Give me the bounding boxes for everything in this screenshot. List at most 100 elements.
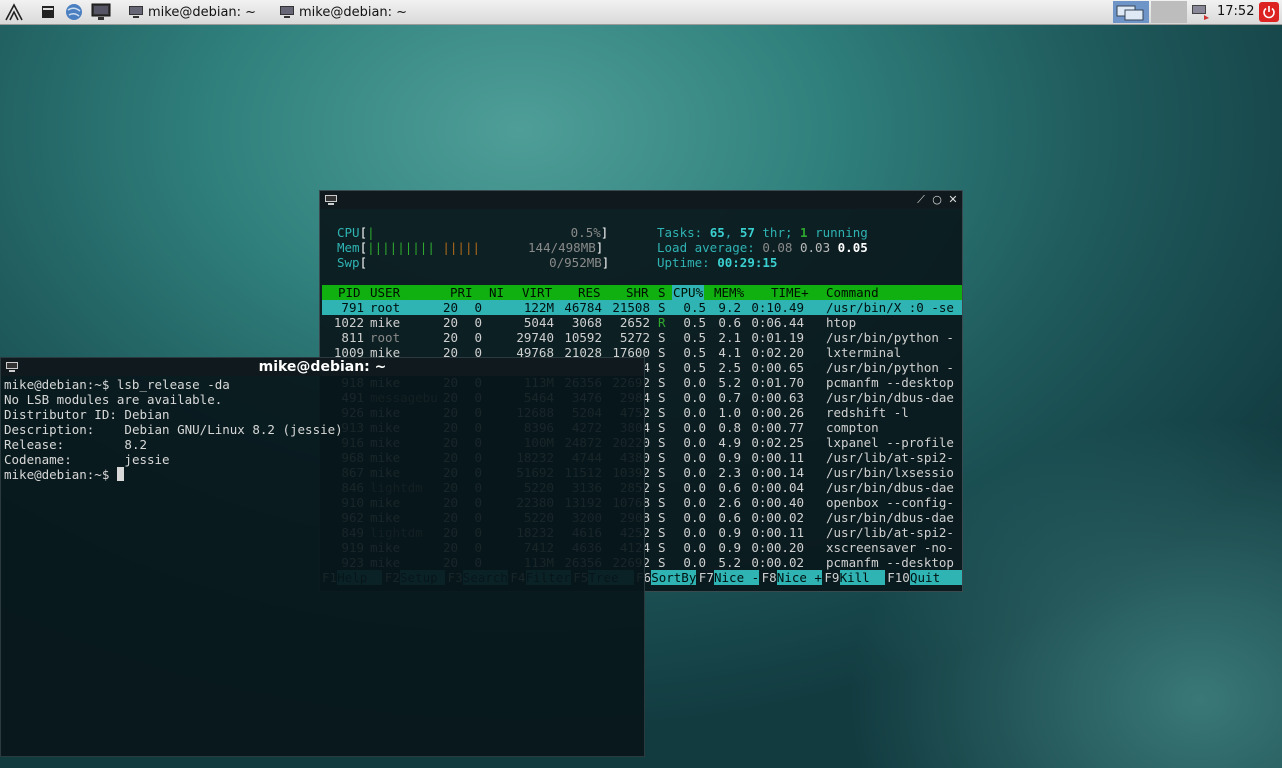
col-command[interactable]: Command bbox=[826, 285, 879, 300]
process-cell: 0:00.11 bbox=[751, 525, 804, 540]
taskbar-task-terminal-2[interactable]: mike@debian: ~ bbox=[279, 2, 407, 22]
terminal-line: Codename: jessie bbox=[4, 452, 170, 467]
process-cell: 0.5 bbox=[683, 345, 706, 360]
process-cell: 9.2 bbox=[718, 300, 741, 315]
fkey-f10[interactable]: F10 bbox=[887, 570, 910, 585]
process-cell: S bbox=[658, 465, 666, 480]
process-cell: htop bbox=[826, 315, 857, 330]
col-shr[interactable]: SHR bbox=[626, 285, 649, 300]
desktop-pager-1[interactable] bbox=[1113, 1, 1149, 23]
process-cell: 5.2 bbox=[718, 555, 741, 570]
taskbar-task-label: mike@debian: ~ bbox=[148, 4, 257, 20]
process-cell: S bbox=[658, 540, 666, 555]
col-pid[interactable]: PID bbox=[338, 285, 361, 300]
process-cell: /usr/lib/at-spi2- bbox=[826, 450, 954, 465]
process-cell: 122M bbox=[523, 300, 554, 315]
process-cell: pcmanfm --desktop bbox=[826, 375, 954, 390]
fkey-label[interactable]: Nice + bbox=[776, 570, 822, 585]
process-cell: S bbox=[658, 405, 666, 420]
process-cell: /usr/bin/dbus-dae bbox=[826, 390, 954, 405]
maximize-icon[interactable]: ○ bbox=[930, 192, 944, 208]
tasks-summary: Tasks: 65, 57 thr; 1 running bbox=[657, 225, 868, 240]
taskbar-task-terminal-1[interactable]: mike@debian: ~ bbox=[128, 2, 256, 22]
process-cell: 0.0 bbox=[683, 525, 706, 540]
col-ni[interactable]: NI bbox=[489, 285, 504, 300]
process-cell: S bbox=[658, 420, 666, 435]
process-cell: 2652 bbox=[619, 315, 650, 330]
process-row[interactable]: 811 root 20 0 29740 10592 5272 S 0.5 2.1 0:01.19/u… bbox=[322, 330, 962, 345]
fkey-label[interactable]: Quit bbox=[910, 570, 962, 585]
window-title: mike@debian: ~ bbox=[258, 359, 387, 375]
file-manager-icon[interactable] bbox=[38, 2, 58, 22]
process-cell: R bbox=[658, 315, 666, 330]
process-cell: 0.6 bbox=[718, 315, 741, 330]
desktop-pager-2[interactable] bbox=[1151, 1, 1187, 23]
process-cell: 0:00.65 bbox=[751, 360, 804, 375]
terminal-line: Distributor ID: Debian bbox=[4, 407, 170, 422]
process-cell: 1.0 bbox=[718, 405, 741, 420]
col-res[interactable]: RES bbox=[578, 285, 601, 300]
col-pri[interactable]: PRI bbox=[450, 285, 473, 300]
network-icon[interactable] bbox=[1190, 2, 1210, 22]
menu-icon[interactable] bbox=[4, 2, 24, 22]
terminal-line: No LSB modules are available. bbox=[4, 392, 223, 407]
close-icon[interactable]: ✕ bbox=[946, 192, 960, 208]
power-icon[interactable] bbox=[1259, 2, 1279, 22]
process-table-header[interactable]: PID USER PRI NI VIRT RES SHR S CPU% MEM%… bbox=[322, 285, 962, 300]
process-cell: root bbox=[370, 330, 401, 345]
process-cell: 0.0 bbox=[683, 405, 706, 420]
web-browser-icon[interactable] bbox=[64, 2, 84, 22]
fkey-label[interactable]: Nice - bbox=[714, 570, 760, 585]
process-cell: /usr/bin/python - bbox=[826, 360, 954, 375]
minimize-icon[interactable]: ⟋ bbox=[914, 192, 928, 208]
process-cell: 5272 bbox=[619, 330, 650, 345]
process-cell: 0.9 bbox=[718, 525, 741, 540]
terminal-icon bbox=[129, 6, 143, 18]
process-cell: 0:10.49 bbox=[751, 300, 804, 315]
terminal-line: Release: 8.2 bbox=[4, 437, 147, 452]
process-cell: 5.2 bbox=[718, 375, 741, 390]
process-cell: 0:02.25 bbox=[751, 435, 804, 450]
process-row[interactable]: 791 root 20 0 122M 46784 21508 S 0.5 9.2 0:10.49/u… bbox=[322, 300, 962, 315]
process-cell: 0:01.19 bbox=[751, 330, 804, 345]
window-titlebar[interactable]: ⟋ ○ ✕ bbox=[320, 191, 962, 209]
process-cell: 0:00.20 bbox=[751, 540, 804, 555]
window-titlebar[interactable]: mike@debian: ~ bbox=[1, 358, 644, 376]
process-cell: 0.0 bbox=[683, 555, 706, 570]
fkey-f8[interactable]: F8 bbox=[762, 570, 777, 585]
process-cell: 811 bbox=[341, 330, 364, 345]
col-cpu[interactable]: CPU% bbox=[672, 285, 705, 300]
fkey-f9[interactable]: F9 bbox=[824, 570, 839, 585]
process-cell: 1022 bbox=[333, 315, 364, 330]
process-cell: 0.0 bbox=[683, 375, 706, 390]
process-cell: 0.5 bbox=[683, 330, 706, 345]
fkey-f7[interactable]: F7 bbox=[699, 570, 714, 585]
process-cell: S bbox=[658, 450, 666, 465]
terminal-window[interactable]: mike@debian: ~ mike@debian:~$ lsb_releas… bbox=[0, 357, 645, 757]
process-cell: 0.0 bbox=[683, 480, 706, 495]
process-row[interactable]: 1022 mike 20 0 5044 3068 2652 R 0.5 0.6 0:06.44 hto… bbox=[322, 315, 962, 330]
process-cell: 0:00.02 bbox=[751, 555, 804, 570]
process-cell: 5044 bbox=[523, 315, 554, 330]
process-cell: 4.1 bbox=[718, 345, 741, 360]
terminal-icon bbox=[280, 6, 294, 18]
fkey-label[interactable]: Kill bbox=[839, 570, 885, 585]
process-cell: 2.1 bbox=[718, 330, 741, 345]
process-cell: 0.5 bbox=[683, 360, 706, 375]
process-cell: xscreensaver -no- bbox=[826, 540, 954, 555]
col-mem[interactable]: MEM% bbox=[714, 285, 744, 300]
process-cell: 0:02.20 bbox=[751, 345, 804, 360]
process-cell: 0:00.14 bbox=[751, 465, 804, 480]
col-state[interactable]: S bbox=[658, 285, 666, 300]
process-cell: lxterminal bbox=[826, 345, 902, 360]
process-cell: 0.0 bbox=[683, 435, 706, 450]
col-virt[interactable]: VIRT bbox=[522, 285, 552, 300]
fkey-label[interactable]: SortBy bbox=[651, 570, 697, 585]
process-cell: S bbox=[658, 480, 666, 495]
col-time[interactable]: TIME+ bbox=[771, 285, 809, 300]
col-user[interactable]: USER bbox=[370, 285, 400, 300]
terminal-output[interactable]: mike@debian:~$ lsb_release -da No LSB mo… bbox=[4, 377, 644, 756]
clock[interactable]: 17:52 bbox=[1217, 4, 1254, 19]
terminal-launcher-icon[interactable] bbox=[91, 2, 111, 22]
process-cell: /usr/lib/at-spi2- bbox=[826, 525, 954, 540]
